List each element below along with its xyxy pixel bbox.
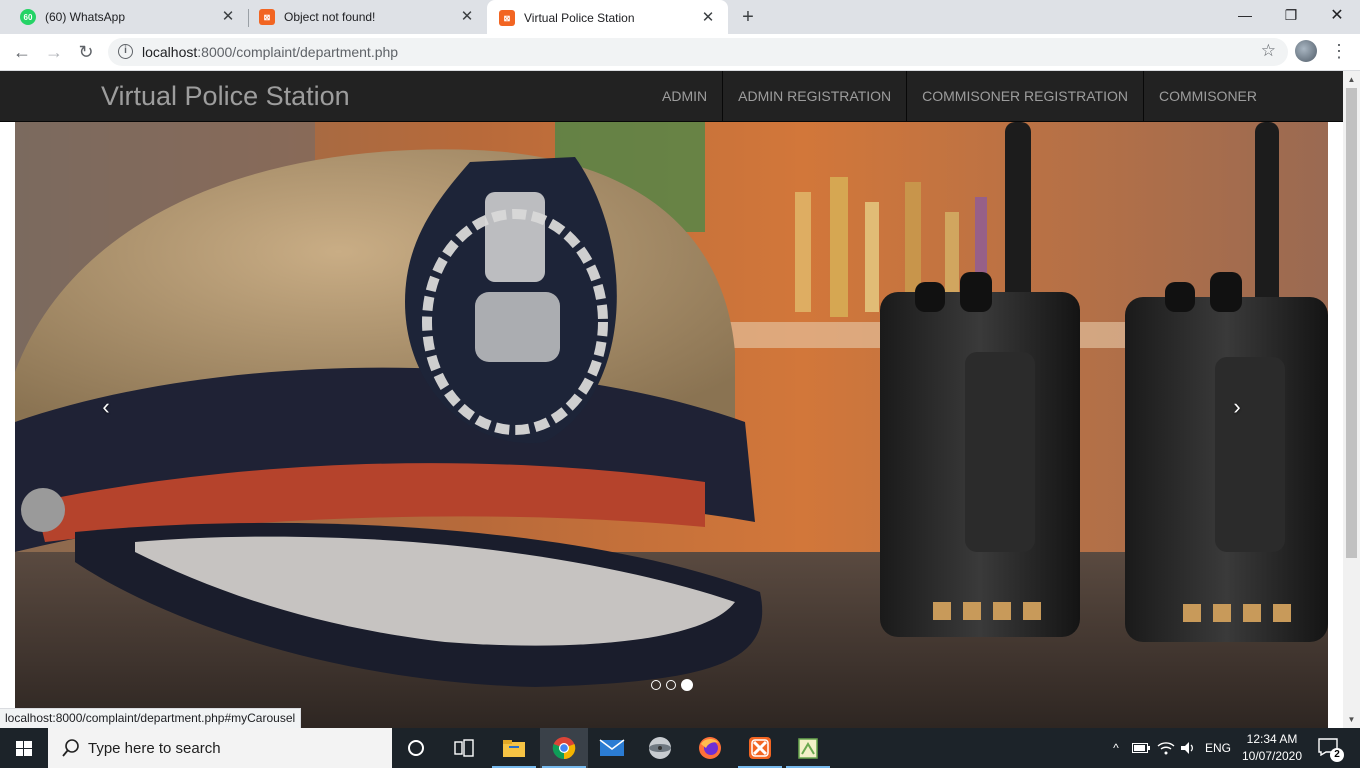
cortana-icon[interactable] bbox=[392, 728, 440, 768]
show-hidden-icons-chevron-icon[interactable]: ^ bbox=[1106, 728, 1126, 768]
bookmark-star-icon[interactable]: ☆ bbox=[1261, 41, 1276, 61]
notepad-plus-icon[interactable] bbox=[784, 728, 832, 768]
site-info-icon[interactable]: i bbox=[118, 44, 133, 59]
site-brand[interactable]: Virtual Police Station bbox=[101, 81, 350, 112]
reload-icon[interactable]: ↻ bbox=[74, 40, 98, 64]
url-text[interactable]: localhost:8000/complaint/department.php bbox=[142, 44, 398, 60]
carousel-slide-image bbox=[15, 122, 1328, 728]
restore-icon[interactable]: ❐ bbox=[1268, 0, 1314, 30]
nav-commisoner-registration[interactable]: COMMISONER REGISTRATION bbox=[906, 71, 1143, 122]
close-tab-icon[interactable]: ✕ bbox=[220, 9, 236, 25]
windows-logo-icon bbox=[16, 741, 32, 756]
mail-icon[interactable] bbox=[588, 728, 636, 768]
carousel-next-icon[interactable]: › bbox=[1222, 392, 1252, 422]
close-tab-icon[interactable]: ✕ bbox=[700, 10, 716, 26]
scrollbar-thumb[interactable] bbox=[1346, 88, 1357, 558]
taskbar-search-box[interactable]: Type here to search bbox=[48, 728, 392, 768]
new-tab-icon[interactable]: + bbox=[737, 6, 759, 28]
nav-admin-registration[interactable]: ADMIN REGISTRATION bbox=[722, 71, 906, 122]
tab-title: Virtual Police Station bbox=[524, 11, 635, 25]
scroll-up-arrow-icon[interactable]: ▲ bbox=[1343, 71, 1360, 88]
xampp-favicon-icon: ⊠ bbox=[259, 9, 275, 25]
search-placeholder: Type here to search bbox=[88, 740, 221, 757]
page-scrollbar[interactable]: ▲ ▼ bbox=[1343, 71, 1360, 728]
volume-icon[interactable] bbox=[1178, 728, 1200, 768]
nav-menu: ADMIN ADMIN REGISTRATION COMMISONER REGI… bbox=[647, 71, 1272, 122]
language-indicator[interactable]: ENG bbox=[1202, 728, 1234, 768]
more-menu-icon[interactable]: ⋮ bbox=[1330, 40, 1348, 64]
file-explorer-icon[interactable] bbox=[490, 728, 538, 768]
scroll-down-arrow-icon[interactable]: ▼ bbox=[1343, 711, 1360, 728]
clock-time: 12:34 AM bbox=[1246, 732, 1298, 746]
nav-admin[interactable]: ADMIN bbox=[647, 71, 722, 122]
whatsapp-favicon-icon: 60 bbox=[20, 9, 36, 25]
url-host: localhost bbox=[142, 44, 198, 60]
tab-virtual-police-station[interactable]: ⊠ Virtual Police Station ✕ bbox=[487, 0, 728, 36]
carousel: ‹ › bbox=[15, 122, 1328, 728]
start-button[interactable] bbox=[0, 728, 48, 768]
notification-count-badge: 2 bbox=[1330, 748, 1344, 762]
clock-date: 10/07/2020 bbox=[1241, 749, 1303, 763]
xampp-icon[interactable] bbox=[736, 728, 784, 768]
xampp-favicon-icon: ⊠ bbox=[499, 10, 515, 26]
forward-arrow-icon[interactable]: → bbox=[42, 40, 66, 64]
wifi-icon[interactable] bbox=[1155, 728, 1177, 768]
url-path: :8000/complaint/department.php bbox=[197, 44, 399, 60]
tab-object-not-found[interactable]: ⊠ Object not found! ✕ bbox=[239, 0, 487, 34]
tab-whatsapp[interactable]: 60 (60) WhatsApp ✕ bbox=[0, 0, 248, 34]
carousel-prev-icon[interactable]: ‹ bbox=[91, 392, 121, 422]
search-icon bbox=[62, 739, 79, 757]
address-bar[interactable]: i localhost:8000/complaint/department.ph… bbox=[108, 38, 1288, 66]
minimize-icon[interactable]: — bbox=[1222, 0, 1268, 30]
taskbar-clock[interactable]: 12:34 AM 10/07/2020 bbox=[1236, 731, 1308, 765]
carousel-indicator-active[interactable] bbox=[681, 679, 693, 691]
back-arrow-icon[interactable]: ← bbox=[10, 40, 34, 64]
site-navbar: Virtual Police Station ADMIN ADMIN REGIS… bbox=[0, 71, 1343, 122]
windows-taskbar: Type here to search ^ ENG 12:34 AM 10/07… bbox=[0, 728, 1360, 768]
close-window-icon[interactable]: ✕ bbox=[1314, 0, 1360, 30]
carousel-indicators bbox=[651, 679, 693, 691]
page-viewport: Virtual Police Station ADMIN ADMIN REGIS… bbox=[0, 71, 1343, 728]
profile-avatar[interactable] bbox=[1295, 40, 1317, 62]
task-view-icon[interactable] bbox=[440, 728, 488, 768]
battery-icon[interactable] bbox=[1130, 728, 1152, 768]
carousel-indicator[interactable] bbox=[651, 680, 661, 690]
chrome-icon[interactable] bbox=[540, 728, 588, 768]
link-status-bubble: localhost:8000/complaint/department.php#… bbox=[0, 708, 302, 728]
carousel-indicator[interactable] bbox=[666, 680, 676, 690]
nav-commisoner[interactable]: COMMISONER bbox=[1143, 71, 1272, 122]
browser-tab-strip: 60 (60) WhatsApp ✕ ⊠ Object not found! ✕… bbox=[0, 0, 1360, 36]
disk-app-icon[interactable] bbox=[636, 728, 684, 768]
browser-toolbar: ← → ↻ i localhost:8000/complaint/departm… bbox=[0, 34, 1360, 71]
close-tab-icon[interactable]: ✕ bbox=[459, 9, 475, 25]
tab-title: (60) WhatsApp bbox=[45, 10, 126, 24]
tab-title: Object not found! bbox=[284, 10, 376, 24]
firefox-icon[interactable] bbox=[686, 728, 734, 768]
action-center-icon[interactable]: 2 bbox=[1318, 738, 1344, 762]
